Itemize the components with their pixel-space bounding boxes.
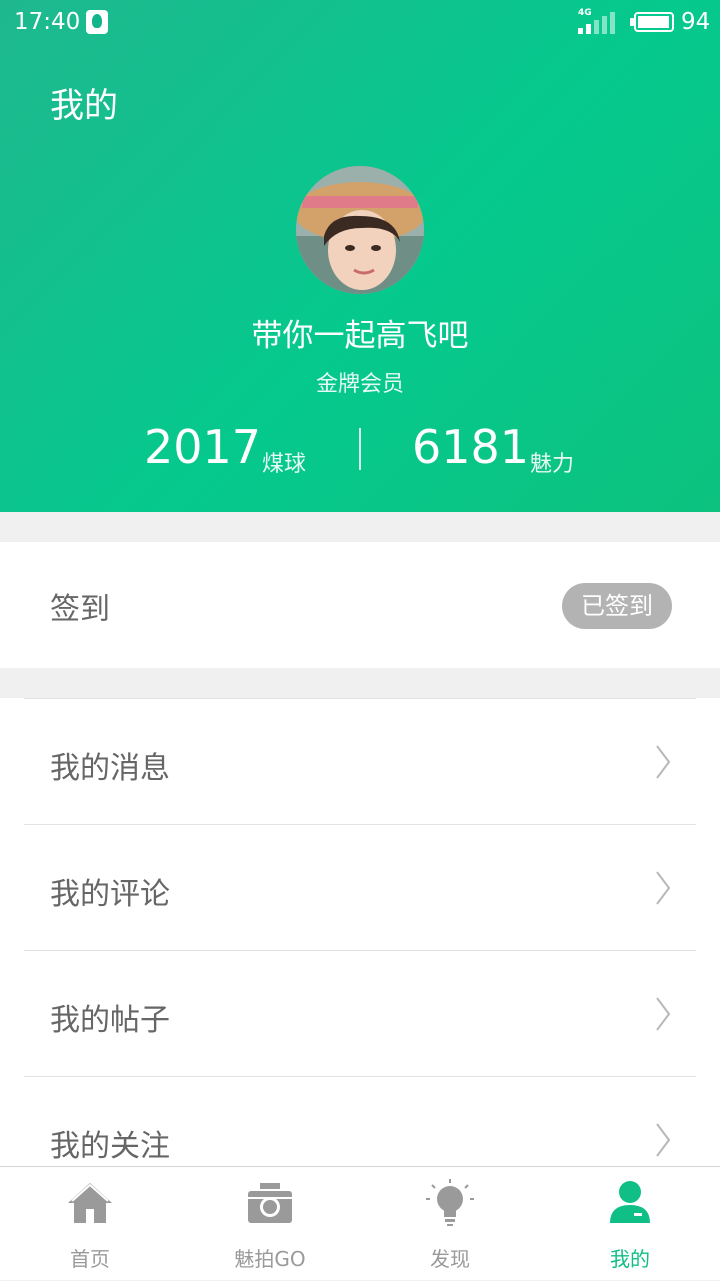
menu-item-label: 我的消息 xyxy=(50,751,170,786)
lightbulb-icon xyxy=(426,1179,474,1226)
avatar-image xyxy=(296,166,424,294)
nav-tab-home[interactable]: 首页 xyxy=(0,1167,180,1281)
nav-label: 发现 xyxy=(430,1247,470,1271)
member-level: 金牌会员 xyxy=(315,372,404,397)
chevron-right-icon xyxy=(656,1123,670,1157)
menu-item-label: 我的帖子 xyxy=(50,1003,170,1038)
chevron-right-icon xyxy=(656,997,670,1031)
chevron-right-icon xyxy=(656,871,670,905)
network-type: 4G xyxy=(578,8,592,18)
menu-item-label: 我的评论 xyxy=(50,877,170,912)
battery-level: 94 xyxy=(681,9,711,35)
coal-label: 煤球 xyxy=(262,452,307,477)
nav-tab-camera[interactable]: 魅拍GO xyxy=(180,1167,360,1281)
checkin-status-badge[interactable]: 已签到 xyxy=(562,583,672,629)
avatar[interactable] xyxy=(296,166,424,294)
menu-item-comments[interactable]: 我的评论 xyxy=(24,824,696,950)
menu-item-messages[interactable]: 我的消息 xyxy=(24,698,696,824)
nav-label: 首页 xyxy=(70,1247,110,1271)
menu-item-following[interactable]: 我的关注 xyxy=(24,1076,696,1168)
coal-count: 2017 xyxy=(144,420,262,474)
stats-divider xyxy=(359,428,361,470)
checkin-row[interactable]: 签到 已签到 xyxy=(0,542,720,668)
nav-tab-profile[interactable]: 我的 xyxy=(540,1167,720,1281)
nav-tab-discover[interactable]: 发现 xyxy=(360,1167,540,1281)
nav-label: 我的 xyxy=(610,1247,650,1271)
menu-item-label: 我的关注 xyxy=(50,1129,170,1164)
profile-header: 17:40 4G 94 我的 带你一起高飞吧 金牌会员 2017 煤球 6181… xyxy=(0,0,720,512)
battery-icon xyxy=(630,12,674,32)
menu-list: 我的消息 我的评论 我的帖子 我的关注 xyxy=(0,698,720,1168)
charm-label: 魅力 xyxy=(530,452,575,477)
status-time: 17:40 xyxy=(14,9,81,35)
checkin-label: 签到 xyxy=(50,592,110,627)
signal-icon xyxy=(578,12,616,34)
charm-count: 6181 xyxy=(412,420,530,474)
person-icon xyxy=(610,1181,650,1223)
menu-item-posts[interactable]: 我的帖子 xyxy=(24,950,696,1076)
page-title: 我的 xyxy=(50,86,118,126)
home-icon xyxy=(68,1183,112,1223)
camera-icon xyxy=(248,1183,292,1223)
username: 带你一起高飞吧 xyxy=(251,318,469,354)
nav-label: 魅拍GO xyxy=(234,1247,306,1271)
stats-row: 2017 煤球 6181 魅力 xyxy=(0,420,720,480)
chevron-right-icon xyxy=(656,745,670,779)
qq-notification-icon xyxy=(86,10,108,34)
bottom-nav: 首页 魅拍GO 发现 我的 xyxy=(0,1166,720,1280)
status-bar: 17:40 4G 94 xyxy=(0,0,720,44)
